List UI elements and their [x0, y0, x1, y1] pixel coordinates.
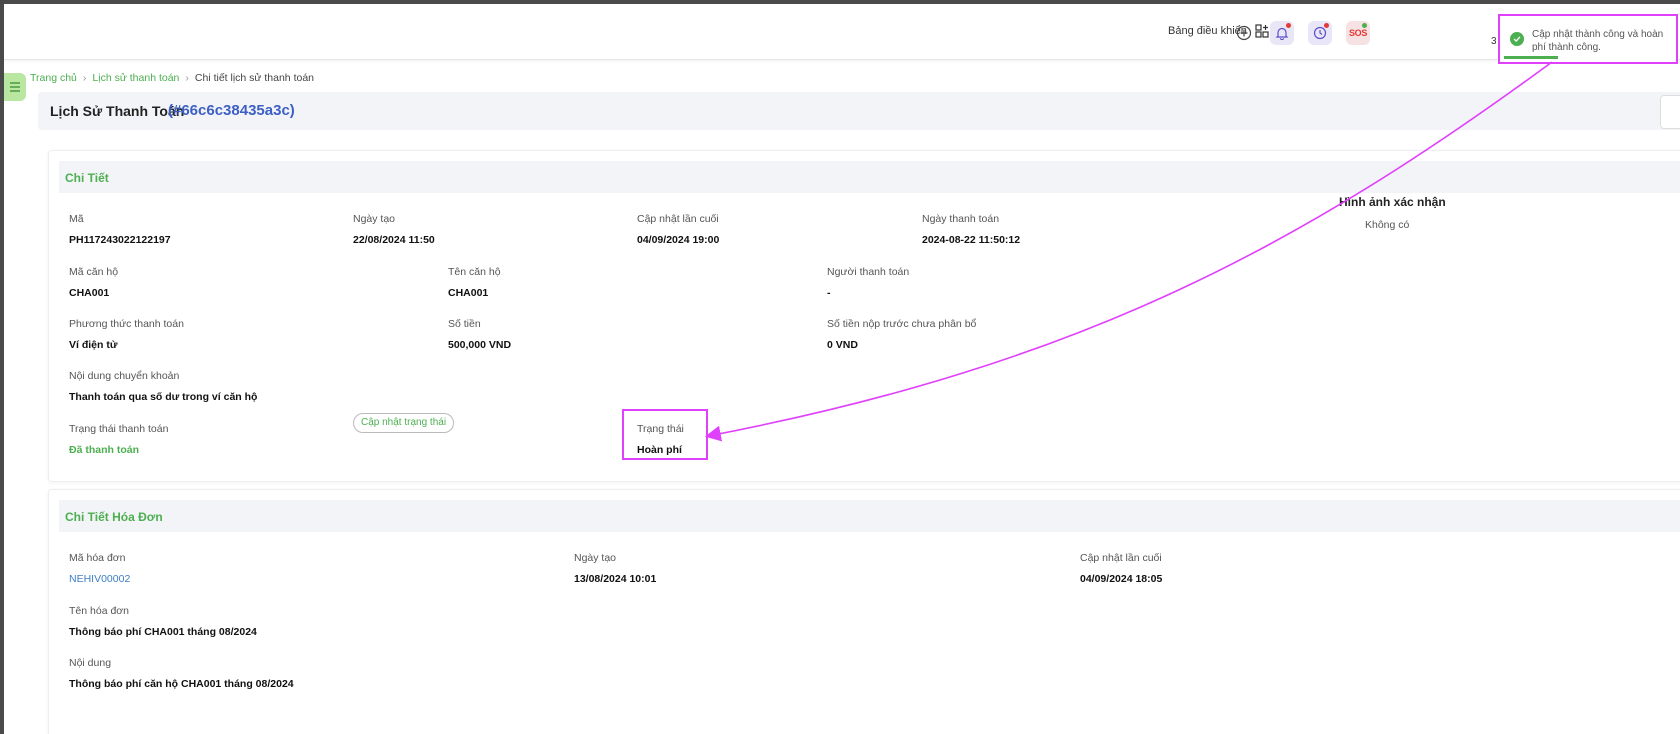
- field-value: Thông báo phí căn hộ CHA001 tháng 08/202…: [69, 678, 294, 690]
- field-value: 04/09/2024 19:00: [637, 234, 720, 246]
- app-window: Bảng điều khiển SOS 3 Cập nhật thành côn…: [4, 4, 1680, 734]
- details-card: Chi Tiết Mã PH117243022122197 Ngày tạo 2…: [48, 150, 1680, 482]
- toast-message: Cập nhật thành công và hoàn phí thành cô…: [1532, 29, 1664, 53]
- field-value: Thông báo phí CHA001 tháng 08/2024: [69, 626, 257, 638]
- field-label: Ngày tạo: [353, 213, 396, 225]
- page-title: Lịch Sử Thanh Toán: [50, 103, 185, 119]
- confirm-image-value: Không có: [1365, 219, 1410, 231]
- field-value: 2024-08-22 11:50:12: [922, 234, 1021, 246]
- check-circle-icon: [1510, 32, 1524, 46]
- dashboard-icon: [1255, 24, 1269, 38]
- notifications-button[interactable]: [1270, 21, 1294, 45]
- field-label: Người thanh toán: [827, 266, 910, 278]
- field-invoice-noi-dung: Nội dung Thông báo phí căn hộ CHA001 thá…: [69, 657, 294, 690]
- field-value: Thanh toán qua số dư trong ví căn hộ: [69, 391, 258, 403]
- field-noi-dung-chuyen-khoan: Nội dung chuyển khoản Thanh toán qua số …: [69, 370, 257, 403]
- payment-code: (#66c6c38435a3c): [168, 102, 295, 119]
- invoice-link[interactable]: NEHIV00002: [69, 573, 130, 585]
- sos-label: SOS: [1348, 28, 1368, 38]
- field-value: PH117243022122197: [69, 234, 171, 246]
- field-nop-truoc: Số tiền nộp trước chưa phân bổ 0 VND: [827, 318, 976, 351]
- details-section-title: Chi Tiết: [65, 171, 109, 185]
- field-label: Tên hóa đơn: [69, 605, 130, 617]
- field-ten-hoa-don: Tên hóa đơn Thông báo phí CHA001 tháng 0…: [69, 605, 257, 638]
- update-status-button[interactable]: Cập nhật trạng thái: [353, 413, 455, 433]
- breadcrumb-separator: ›: [185, 72, 189, 84]
- field-label: Mã: [69, 213, 84, 225]
- status-highlight-box: [622, 409, 708, 460]
- field-phuong-thuc: Phương thức thanh toán Ví điện tử: [69, 318, 184, 351]
- menu-icon: [10, 82, 20, 92]
- field-value: CHA001: [69, 287, 110, 299]
- field-value: Đã thanh toán: [69, 444, 139, 456]
- breadcrumb-separator: ›: [82, 72, 87, 84]
- field-value: 13/08/2024 10:01: [574, 573, 657, 585]
- history-icon: [1313, 26, 1327, 40]
- field-label: Nội dung chuyển khoản: [69, 370, 180, 382]
- field-value: Ví điện tử: [69, 339, 118, 351]
- toast-progress-bar: [1504, 56, 1558, 59]
- field-label: Phương thức thanh toán: [69, 318, 184, 330]
- breadcrumb-history[interactable]: Lịch sử thanh toán: [92, 72, 179, 84]
- field-label: Trạng thái thanh toán: [69, 423, 169, 435]
- details-section-header: Chi Tiết: [59, 161, 1680, 193]
- add-button[interactable]: [1232, 21, 1256, 45]
- field-label: Nội dung: [69, 657, 112, 669]
- bell-icon: [1275, 27, 1289, 40]
- badge-count: 3: [1491, 36, 1497, 47]
- sos-button[interactable]: SOS: [1346, 21, 1370, 45]
- field-value: -: [827, 287, 831, 299]
- field-trang-thai-thanh-toan: Trạng thái thanh toán Đã thanh toán: [69, 423, 168, 456]
- confirm-image-title: Hình ảnh xác nhận: [1339, 195, 1446, 209]
- field-value: CHA001: [448, 287, 489, 299]
- page-header: Lịch Sử Thanh Toán (#66c6c38435a3c): [38, 92, 1680, 130]
- field-value: 04/09/2024 18:05: [1080, 573, 1163, 585]
- field-invoice-ngay-tao: Ngày tạo 13/08/2024 10:01: [574, 552, 656, 585]
- field-label: Cập nhật lần cuối: [1080, 552, 1162, 564]
- breadcrumb-home[interactable]: Trang chủ: [30, 72, 77, 84]
- field-value: 500,000 VND: [448, 339, 512, 351]
- field-so-tien: Số tiền 500,000 VND: [448, 318, 511, 351]
- field-label: Số tiền: [448, 318, 481, 330]
- invoice-section-title: Chi Tiết Hóa Đơn: [65, 510, 163, 524]
- history-button[interactable]: [1308, 21, 1332, 45]
- field-value: 22/08/2024 11:50: [353, 234, 435, 246]
- header-action-button[interactable]: [1660, 95, 1680, 129]
- notification-dot: [1286, 23, 1291, 28]
- sidebar-toggle-button[interactable]: [4, 73, 26, 101]
- field-ma-can-ho: Mã căn hộ CHA001: [69, 266, 118, 299]
- field-ma: Mã PH117243022122197: [69, 213, 171, 246]
- field-label: Ngày tạo: [574, 552, 617, 564]
- field-label: Mã căn hộ: [69, 266, 119, 278]
- field-ngay-tao: Ngày tạo 22/08/2024 11:50: [353, 213, 435, 246]
- field-ma-hoa-don: Mã hóa đơn NEHIV00002: [69, 552, 130, 585]
- history-dot: [1324, 23, 1329, 28]
- field-label: Cập nhật lần cuối: [637, 213, 719, 225]
- field-cap-nhat: Cập nhật lần cuối 04/09/2024 19:00: [637, 213, 719, 246]
- field-label: Số tiền nộp trước chưa phân bổ: [827, 318, 977, 330]
- field-label: Mã hóa đơn: [69, 552, 126, 564]
- sos-status-dot: [1362, 23, 1367, 28]
- plus-circle-icon: [1236, 25, 1252, 41]
- breadcrumb-current: Chi tiết lịch sử thanh toán: [194, 72, 315, 84]
- field-nguoi-thanh-toan: Người thanh toán -: [827, 266, 909, 299]
- breadcrumb: Trang chủ › Lịch sử thanh toán › Chi tiế…: [30, 72, 314, 84]
- field-label: Ngày thanh toán: [922, 213, 1000, 225]
- field-invoice-cap-nhat: Cập nhật lần cuối 04/09/2024 18:05: [1080, 552, 1162, 585]
- invoice-section-header: Chi Tiết Hóa Đơn: [59, 500, 1680, 532]
- field-ten-can-ho: Tên căn hộ CHA001: [448, 266, 501, 299]
- field-ngay-thanh-toan: Ngày thanh toán 2024-08-22 11:50:12: [922, 213, 1020, 246]
- field-value: 0 VND: [827, 339, 858, 351]
- field-label: Tên căn hộ: [448, 266, 501, 278]
- success-toast[interactable]: Cập nhật thành công và hoàn phí thành cô…: [1498, 14, 1678, 64]
- invoice-card: Chi Tiết Hóa Đơn Mã hóa đơn NEHIV00002 N…: [48, 489, 1680, 734]
- top-bar: Bảng điều khiển SOS 3: [4, 4, 1680, 60]
